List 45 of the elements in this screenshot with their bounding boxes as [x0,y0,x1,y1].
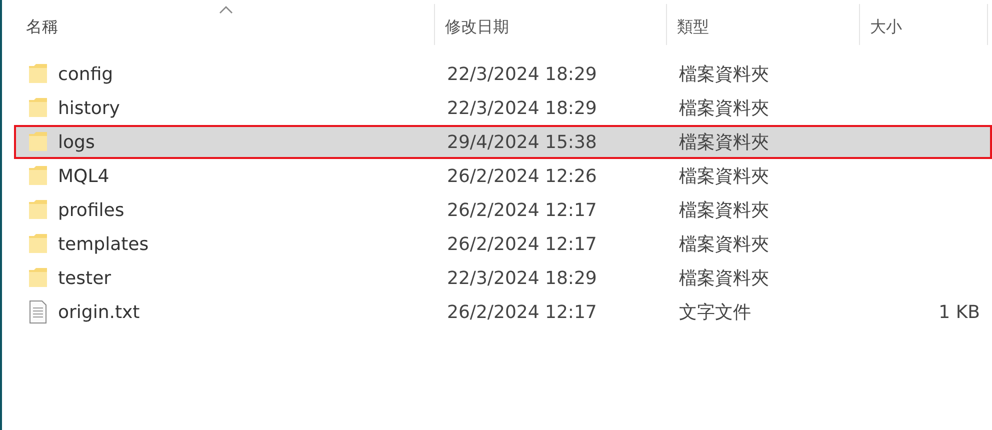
folder-icon [28,164,48,188]
file-name: history [58,98,120,118]
folder-icon [28,130,48,154]
file-type: 檔案資料夾 [679,199,769,222]
file-row[interactable]: tester 22/3/2024 18:29 檔案資料夾 [14,261,992,295]
modified-date: 26/2/2024 12:17 [447,302,597,322]
file-name: config [58,64,114,84]
column-header[interactable]: 修改日期 [435,4,667,45]
file-type: 檔案資料夾 [679,165,769,188]
file-name: tester [58,268,112,288]
modified-date: 22/3/2024 18:29 [447,268,597,288]
file-row[interactable]: logs 29/4/2024 15:38 檔案資料夾 [14,125,992,159]
column-header[interactable]: 類型 [667,4,860,45]
file-row[interactable]: origin.txt 26/2/2024 12:17 文字文件 1 KB [14,295,992,329]
file-name: origin.txt [58,302,140,322]
file-type: 文字文件 [679,301,751,324]
folder-icon [28,266,48,290]
file-row[interactable]: profiles 26/2/2024 12:17 檔案資料夾 [14,193,992,227]
modified-date: 29/4/2024 15:38 [447,132,597,152]
folder-icon [28,62,48,86]
file-type: 檔案資料夾 [679,131,769,154]
file-type: 檔案資料夾 [679,97,769,120]
file-type: 檔案資料夾 [679,63,769,86]
file-name: templates [58,234,149,254]
file-row[interactable]: templates 26/2/2024 12:17 檔案資料夾 [14,227,992,261]
file-name: profiles [58,200,124,220]
modified-date: 26/2/2024 12:17 [447,200,597,220]
file-row[interactable]: config 22/3/2024 18:29 檔案資料夾 [14,57,992,91]
folder-icon [28,96,48,120]
column-header[interactable]: 大小 [860,4,988,45]
folder-icon [28,198,48,222]
document-icon [28,300,48,324]
modified-date: 22/3/2024 18:29 [447,98,597,118]
modified-date: 26/2/2024 12:17 [447,234,597,254]
modified-date: 26/2/2024 12:26 [447,166,597,186]
file-name: MQL4 [58,166,110,186]
file-type: 檔案資料夾 [679,267,769,290]
file-type: 檔案資料夾 [679,233,769,256]
file-row[interactable]: history 22/3/2024 18:29 檔案資料夾 [14,91,992,125]
folder-icon [28,232,48,256]
modified-date: 22/3/2024 18:29 [447,64,597,84]
file-size: 1 KB [938,302,980,322]
file-row[interactable]: MQL4 26/2/2024 12:26 檔案資料夾 [14,159,992,193]
column-header[interactable]: 名稱 [14,4,435,45]
file-name: logs [58,132,95,152]
